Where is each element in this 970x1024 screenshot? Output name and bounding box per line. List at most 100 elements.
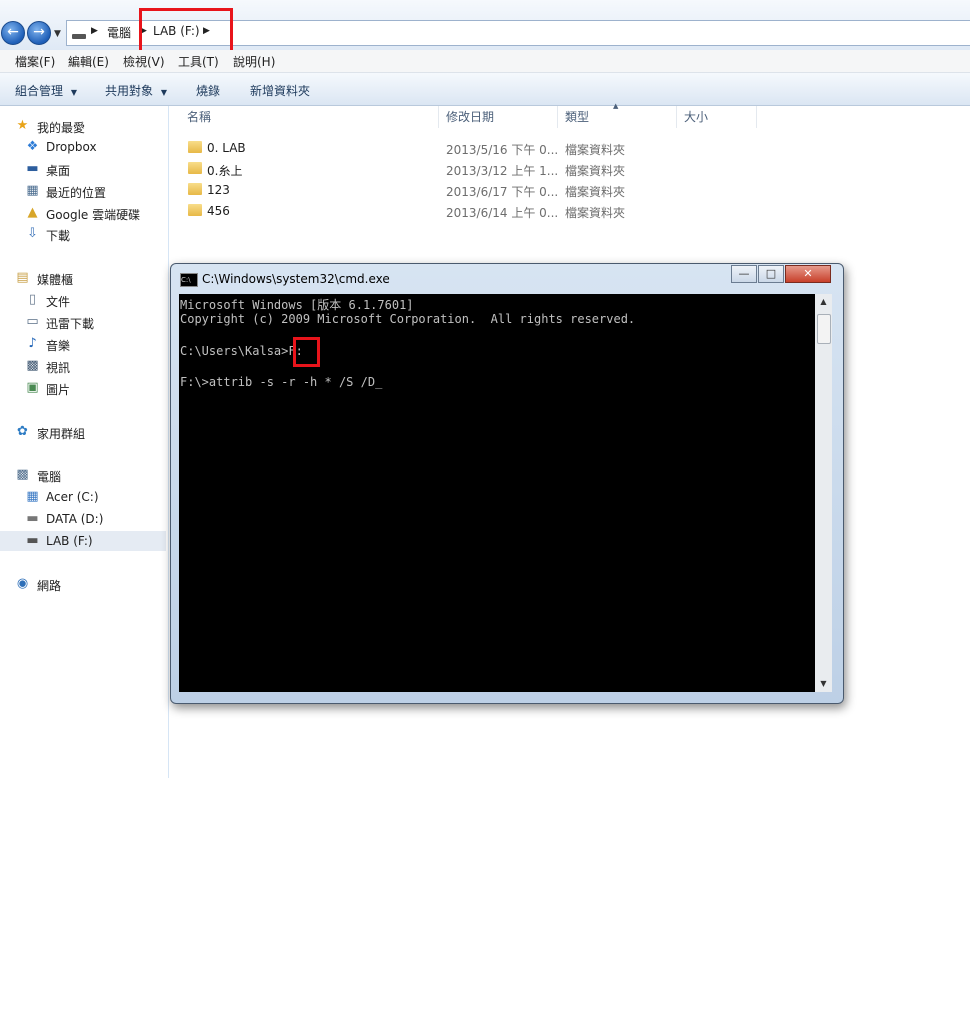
network-icon: ◉ xyxy=(16,576,29,591)
picture-icon: ▣ xyxy=(26,380,39,395)
sidebar-item-label: 視訊 xyxy=(46,361,71,375)
file-date: 2013/3/12 上午 1... xyxy=(446,164,559,178)
file-name: 0. LAB xyxy=(207,141,246,155)
maximize-button[interactable]: □ xyxy=(758,265,784,283)
new-folder-button[interactable]: 新增資料夾 xyxy=(250,82,310,99)
navigation-pane: ★ 我的最愛 ❖ Dropbox ▬ 桌面 ▦ 最近的位置 ▲ Google 雲… xyxy=(0,106,169,778)
column-divider[interactable] xyxy=(676,106,677,128)
sort-arrow-icon: ▲ xyxy=(613,102,619,110)
sidebar-item-drive-f[interactable]: ▬ LAB (F:) xyxy=(0,531,166,551)
sidebar-item-drive-d[interactable]: ▬ DATA (D:) xyxy=(0,509,166,529)
column-header-name[interactable]: 名稱 xyxy=(187,108,211,125)
sidebar-item-label: 音樂 xyxy=(46,339,71,353)
share-label: 共用對象 xyxy=(105,84,154,98)
document-icon: ▯ xyxy=(28,292,37,307)
column-header-date[interactable]: 修改日期 xyxy=(446,108,494,125)
sidebar-item-label: Acer (C:) xyxy=(46,490,99,504)
sidebar-item-desktop[interactable]: ▬ 桌面 xyxy=(0,159,166,179)
menu-tools[interactable]: 工具(T) xyxy=(178,53,219,70)
sidebar-item-computer[interactable]: ▩ 電腦 xyxy=(0,465,166,485)
highlight-box-address xyxy=(139,8,233,53)
sidebar-item-google-drive[interactable]: ▲ Google 雲端硬碟 xyxy=(0,203,166,223)
google-drive-icon: ▲ xyxy=(27,205,38,220)
folder-download-icon: ▭ xyxy=(26,314,39,329)
folder-icon xyxy=(188,162,202,174)
cmd-window[interactable]: C:\ C:\Windows\system32\cmd.exe — □ ✕ Mi… xyxy=(170,263,844,704)
menu-help[interactable]: 說明(H) xyxy=(233,53,275,70)
drive-icon xyxy=(72,34,86,39)
column-divider[interactable] xyxy=(557,106,558,128)
file-row[interactable]: 456 2013/6/14 上午 0... 檔案資料夾 xyxy=(178,201,678,221)
command-bar: 組合管理 ▼ 共用對象 ▼ 燒錄 新增資料夾 xyxy=(0,73,970,106)
folder-icon xyxy=(188,204,202,216)
cmd-console[interactable]: Microsoft Windows [版本 6.1.7601] Copyrigh… xyxy=(179,294,815,692)
column-header-type[interactable]: 類型 xyxy=(565,108,589,125)
file-type: 檔案資料夾 xyxy=(565,206,626,220)
library-icon: ▤ xyxy=(16,270,29,285)
removable-drive-icon: ▬ xyxy=(26,533,39,548)
scroll-thumb[interactable] xyxy=(817,314,831,344)
sidebar-item-documents[interactable]: ▯ 文件 xyxy=(0,290,166,310)
sidebar-item-pictures[interactable]: ▣ 圖片 xyxy=(0,378,166,398)
forward-button[interactable]: → xyxy=(27,21,51,45)
video-icon: ▩ xyxy=(26,358,39,373)
sidebar-item-videos[interactable]: ▩ 視訊 xyxy=(0,356,166,376)
column-divider[interactable] xyxy=(756,106,757,128)
sidebar-item-homegroup[interactable]: ✿ 家用群組 xyxy=(0,422,166,442)
computer-icon: ▩ xyxy=(16,467,29,482)
chevron-down-icon: ▼ xyxy=(160,88,167,97)
cmd-icon: C:\ xyxy=(180,273,198,287)
file-row[interactable]: 0. LAB 2013/5/16 下午 0... 檔案資料夾 xyxy=(178,138,678,158)
menu-bar: 檔案(F) 編輯(E) 檢視(V) 工具(T) 說明(H) xyxy=(0,50,970,73)
column-header-size[interactable]: 大小 xyxy=(684,108,708,125)
sidebar-item-label: LAB (F:) xyxy=(46,534,93,548)
sidebar-item-label: 迅雷下載 xyxy=(46,317,95,331)
menu-view[interactable]: 檢視(V) xyxy=(123,53,165,70)
file-row[interactable]: 0.糸上 2013/3/12 上午 1... 檔案資料夾 xyxy=(178,159,678,179)
history-dropdown-icon[interactable]: ▼ xyxy=(54,29,61,39)
highlight-box-command xyxy=(293,337,320,367)
minimize-button[interactable]: — xyxy=(731,265,757,283)
burn-button[interactable]: 燒錄 xyxy=(196,82,220,99)
sidebar-item-label: 最近的位置 xyxy=(46,186,107,200)
scroll-up-icon[interactable]: ▲ xyxy=(815,294,832,310)
sidebar-item-label: 下載 xyxy=(46,229,71,243)
back-button[interactable]: ← xyxy=(1,21,25,45)
share-button[interactable]: 共用對象 ▼ xyxy=(105,82,167,99)
column-divider[interactable] xyxy=(438,106,439,128)
sidebar-item-dropbox[interactable]: ❖ Dropbox xyxy=(0,137,166,157)
sidebar-item-favorites[interactable]: ★ 我的最愛 xyxy=(0,116,166,136)
close-button[interactable]: ✕ xyxy=(785,265,831,283)
file-row[interactable]: 123 2013/6/17 下午 0... 檔案資料夾 xyxy=(178,180,678,200)
console-prompt-line[interactable]: F:\>attrib -s -r -h * /S /D_ xyxy=(180,375,382,389)
sidebar-item-downloads[interactable]: ⇩ 下載 xyxy=(0,224,166,244)
desktop-icon: ▬ xyxy=(26,161,39,176)
breadcrumb-computer[interactable]: 電腦 xyxy=(107,24,131,41)
music-icon: ♪ xyxy=(28,336,37,351)
sidebar-item-recent[interactable]: ▦ 最近的位置 xyxy=(0,181,166,201)
sidebar-item-label: 圖片 xyxy=(46,383,71,397)
scroll-down-icon[interactable]: ▼ xyxy=(815,676,832,692)
console-line: Microsoft Windows [版本 6.1.7601] xyxy=(180,298,414,312)
sidebar-heading-libraries: 媒體櫃 xyxy=(37,273,74,287)
recent-places-icon: ▦ xyxy=(26,183,39,198)
sidebar-item-label: Google 雲端硬碟 xyxy=(46,208,141,222)
sidebar-item-label: 桌面 xyxy=(46,164,71,178)
file-date: 2013/6/17 下午 0... xyxy=(446,185,559,199)
cmd-scrollbar[interactable]: ▲ ▼ xyxy=(815,294,832,692)
sidebar-item-network[interactable]: ◉ 網路 xyxy=(0,574,166,594)
sidebar-heading-network: 網路 xyxy=(37,579,62,593)
organize-button[interactable]: 組合管理 ▼ xyxy=(15,82,77,99)
sidebar-item-label: 文件 xyxy=(46,295,71,309)
sidebar-item-drive-c[interactable]: ▦ Acer (C:) xyxy=(0,487,166,507)
file-date: 2013/6/14 上午 0... xyxy=(446,206,559,220)
chevron-down-icon: ▼ xyxy=(70,88,77,97)
menu-file[interactable]: 檔案(F) xyxy=(15,53,55,70)
sidebar-item-libraries[interactable]: ▤ 媒體櫃 xyxy=(0,268,166,288)
sidebar-heading-homegroup: 家用群組 xyxy=(37,427,86,441)
sidebar-heading-computer: 電腦 xyxy=(37,470,62,484)
sidebar-item-xunlei[interactable]: ▭ 迅雷下載 xyxy=(0,312,166,332)
sidebar-item-music[interactable]: ♪ 音樂 xyxy=(0,334,166,354)
chevron-right-icon[interactable]: ▶ xyxy=(91,26,98,36)
menu-edit[interactable]: 編輯(E) xyxy=(68,53,109,70)
